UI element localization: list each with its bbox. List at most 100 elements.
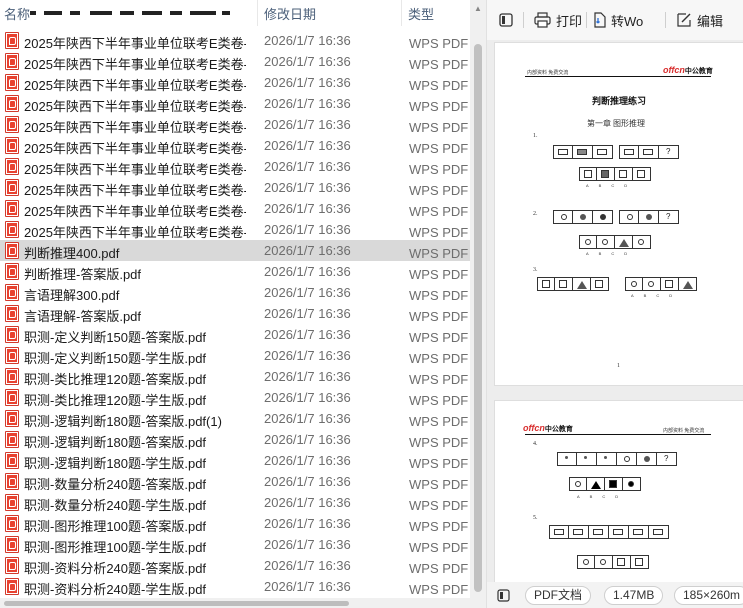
file-row[interactable]: 2025年陕西下半年事业单位联考E类卷-... 2026/1/7 16:36 WPS… [0, 135, 470, 156]
preview-toolbar: 打印 转Wo 编辑 [487, 0, 743, 40]
file-name: 判断推理-答案版.pdf [24, 267, 142, 282]
file-row[interactable]: 职测-资料分析240题-学生版.pdf 2026/1/7 16:36 WPS PDF… [0, 576, 470, 597]
toolbar-divider [665, 12, 666, 28]
file-name: 2025年陕西下半年事业单位联考E类卷-... [24, 99, 246, 114]
file-modified-date: 2026/1/7 16:36 [264, 306, 351, 321]
file-type: WPS PDF 文 [409, 204, 470, 219]
file-type: WPS PDF 文 [409, 540, 470, 555]
column-date-header[interactable]: 修改日期 [264, 4, 316, 23]
file-row[interactable]: 2025年陕西下半年事业单位联考E类卷-... 2026/1/7 16:36 WPS… [0, 93, 470, 114]
file-type: WPS PDF 文 [409, 288, 470, 303]
logo-text: offcn [663, 65, 685, 75]
edit-label: 编辑 [697, 13, 724, 29]
file-row[interactable]: 职测-逻辑判断180题-答案版.pdf 2026/1/7 16:36 WPS PDF… [0, 429, 470, 450]
file-modified-date: 2026/1/7 16:36 [264, 537, 351, 552]
file-type: WPS PDF 文 [409, 57, 470, 72]
file-type: WPS PDF 文 [409, 99, 470, 114]
scroll-up-arrow-icon[interactable]: ▲ [474, 4, 482, 13]
file-type: WPS PDF 文 [409, 435, 470, 450]
column-divider[interactable] [257, 0, 258, 26]
file-name: 职测-图形推理100题-学生版.pdf [24, 540, 207, 555]
file-modified-date: 2026/1/7 16:36 [264, 453, 351, 468]
question-number: 4. [533, 441, 538, 447]
file-row[interactable]: 判断推理-答案版.pdf 2026/1/7 16:36 WPS PDF 文 [0, 261, 470, 282]
pdf-file-icon [5, 368, 19, 385]
preview-status-bar: PDF文档 1.47MB 185×260m [487, 582, 743, 608]
file-type-badge: PDF文档 [525, 586, 592, 605]
answer-options-row [579, 167, 651, 181]
file-row[interactable]: 职测-图形推理100题-学生版.pdf 2026/1/7 16:36 WPS PDF… [0, 534, 470, 555]
file-row[interactable]: 2025年陕西下半年事业单位联考E类卷-... 2026/1/7 16:36 WPS… [0, 156, 470, 177]
pdf-file-icon [5, 263, 19, 280]
file-name: 2025年陕西下半年事业单位联考E类卷-... [24, 204, 246, 219]
page-thumbnail-button[interactable] [497, 586, 510, 604]
file-row[interactable]: 职测-类比推理120题-学生版.pdf 2026/1/7 16:36 WPS PDF… [0, 387, 470, 408]
print-button[interactable]: 打印 [534, 9, 582, 31]
question-figure-row [549, 525, 669, 539]
file-row[interactable]: 职测-图形推理100题-答案版.pdf 2026/1/7 16:36 WPS PDF… [0, 513, 470, 534]
file-row[interactable]: 职测-定义判断150题-答案版.pdf 2026/1/7 16:36 WPS PDF… [0, 324, 470, 345]
question-figure-row [557, 452, 677, 466]
file-row[interactable]: 职测-数量分析240题-学生版.pdf 2026/1/7 16:36 WPS PDF… [0, 492, 470, 513]
file-type: WPS PDF 文 [409, 330, 470, 345]
chapter-heading: 第一章 图形推理 [587, 119, 645, 128]
file-row[interactable]: 2025年陕西下半年事业单位联考E类卷-... 2026/1/7 16:36 WPS… [0, 114, 470, 135]
page-dimensions-badge: 185×260m [674, 586, 743, 605]
pdf-file-icon [5, 347, 19, 364]
file-type: WPS PDF 文 [409, 36, 470, 51]
file-name: 职测-定义判断150题-学生版.pdf [24, 351, 207, 366]
pdf-file-icon [5, 410, 19, 427]
file-type: WPS PDF 文 [409, 456, 470, 471]
file-row[interactable]: 2025年陕西下半年事业单位联考E类卷-... 2026/1/7 16:36 WPS… [0, 177, 470, 198]
file-row[interactable]: 职测-资料分析240题-答案版.pdf 2026/1/7 16:36 WPS PDF… [0, 555, 470, 576]
page-header-text: 内部资料 免费交流 [527, 71, 569, 76]
file-row[interactable]: 职测-定义判断150题-学生版.pdf 2026/1/7 16:36 WPS PDF… [0, 345, 470, 366]
file-row[interactable]: 2025年陕西下半年事业单位联考E类卷-... 2026/1/7 16:36 WPS… [0, 30, 470, 51]
file-modified-date: 2026/1/7 16:36 [264, 33, 351, 48]
file-modified-date: 2026/1/7 16:36 [264, 579, 351, 594]
column-name-header[interactable]: 名称 [4, 4, 30, 23]
toolbar-divider [523, 12, 524, 28]
file-row[interactable]: 判断推理400.pdf 2026/1/7 16:36 WPS PDF 文 [0, 240, 470, 261]
convert-to-word-button[interactable]: 转Wo [594, 9, 643, 31]
file-name: 2025年陕西下半年事业单位联考E类卷-... [24, 78, 246, 93]
file-row[interactable]: 言语理解300.pdf 2026/1/7 16:36 WPS PDF 文 [0, 282, 470, 303]
file-type: WPS PDF 文 [409, 393, 470, 408]
file-modified-date: 2026/1/7 16:36 [264, 411, 351, 426]
file-row[interactable]: 2025年陕西下半年事业单位联考E类卷-... 2026/1/7 16:36 WPS… [0, 198, 470, 219]
file-row[interactable]: 2025年陕西下半年事业单位联考E类卷-... 2026/1/7 16:36 WPS… [0, 51, 470, 72]
pdf-file-icon [5, 326, 19, 343]
file-name: 职测-数量分析240题-答案版.pdf [24, 477, 207, 492]
file-row[interactable]: 职测-逻辑判断180题-学生版.pdf 2026/1/7 16:36 WPS PDF… [0, 450, 470, 471]
pdf-file-icon [5, 473, 19, 490]
question-figure-row [537, 277, 609, 291]
column-type-header[interactable]: 类型 [408, 4, 434, 23]
logo-cn-text: 中公教育 [684, 68, 713, 75]
file-name: 言语理解-答案版.pdf [24, 309, 142, 324]
pdf-file-icon [5, 158, 19, 175]
file-row[interactable]: 职测-逻辑判断180题-答案版.pdf(1) 2026/1/7 16:36 WPS … [0, 408, 470, 429]
file-modified-date: 2026/1/7 16:36 [264, 495, 351, 510]
file-row[interactable]: 言语理解-答案版.pdf 2026/1/7 16:36 WPS PDF 文 [0, 303, 470, 324]
file-row[interactable]: 2025年陕西下半年事业单位联考E类卷-... 2026/1/7 16:36 WPS… [0, 72, 470, 93]
answer-options-row [569, 477, 641, 491]
file-row[interactable]: 职测-类比推理120题-答案版.pdf 2026/1/7 16:36 WPS PDF… [0, 366, 470, 387]
file-name: 职测-逻辑判断180题-学生版.pdf [24, 456, 207, 471]
horizontal-scrollbar[interactable] [0, 598, 470, 608]
sidebar-toggle-button[interactable] [499, 9, 513, 31]
horizontal-scroll-thumb[interactable] [4, 601, 349, 606]
sidebar-toggle-icon [499, 13, 513, 27]
column-divider[interactable] [401, 0, 402, 26]
question-number: 3. [533, 267, 538, 273]
file-name: 职测-类比推理120题-学生版.pdf [24, 393, 207, 408]
preview-canvas[interactable]: 内部资料 免费交流 offcn中公教育 判断推理练习 第一章 图形推理 1. A… [487, 40, 743, 582]
file-row[interactable]: 职测-数量分析240题-答案版.pdf 2026/1/7 16:36 WPS PDF… [0, 471, 470, 492]
convert-label: 转Wo [611, 13, 644, 29]
pdf-file-icon [5, 452, 19, 469]
vertical-scrollbar[interactable]: ▲ [470, 0, 486, 608]
vertical-scroll-thumb[interactable] [474, 44, 482, 592]
edit-button[interactable]: 编辑 [676, 9, 723, 31]
file-name: 2025年陕西下半年事业单位联考E类卷-... [24, 183, 246, 198]
file-name: 判断推理400.pdf [24, 246, 120, 261]
file-row[interactable]: 2025年陕西下半年事业单位联考E类卷-... 2026/1/7 16:36 WPS… [0, 219, 470, 240]
